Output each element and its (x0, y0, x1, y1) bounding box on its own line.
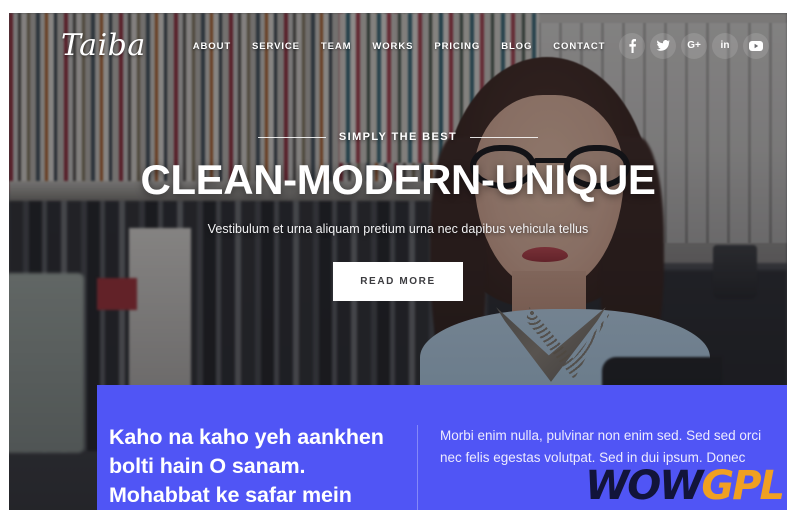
hero-content: SIMPLY THE BEST CLEAN-MODERN-UNIQUE Vest… (9, 131, 787, 301)
nav-item-blog[interactable]: BLOG (501, 41, 532, 52)
hero-eyebrow-row: SIMPLY THE BEST (9, 131, 787, 143)
nav-item-service[interactable]: SERVICE (252, 41, 300, 52)
website-canvas: Taiba ABOUT SERVICE TEAM WORKS PRICING B… (9, 13, 787, 510)
twitter-icon[interactable] (650, 33, 676, 59)
watermark-gpl: GPL (701, 463, 785, 509)
hero-eyebrow: SIMPLY THE BEST (338, 131, 458, 143)
social-links: G+ in (619, 33, 769, 59)
hero-subtitle: Vestibulum et urna aliquam pretium urna … (207, 222, 589, 236)
hero-title: CLEAN-MODERN-UNIQUE (140, 156, 656, 203)
main-navigation: ABOUT SERVICE TEAM WORKS PRICING BLOG CO… (193, 41, 606, 52)
google-plus-icon[interactable]: G+ (681, 33, 707, 59)
site-header: Taiba ABOUT SERVICE TEAM WORKS PRICING B… (9, 13, 787, 79)
nav-item-team[interactable]: TEAM (321, 41, 352, 52)
eyebrow-line-left (257, 136, 326, 138)
linkedin-icon[interactable]: in (712, 33, 738, 59)
youtube-icon[interactable] (743, 33, 769, 59)
read-more-button[interactable]: READ MORE (333, 262, 463, 301)
watermark-wow: WOW (585, 463, 703, 509)
site-logo[interactable]: Taiba (61, 31, 146, 61)
nav-item-works[interactable]: WORKS (372, 41, 413, 52)
linkedin-glyph: in (720, 40, 730, 51)
screenshot-root: Taiba ABOUT SERVICE TEAM WORKS PRICING B… (0, 0, 797, 510)
panel-heading: Kaho na kaho yeh aankhen bolti hain O sa… (109, 425, 384, 507)
google-plus-glyph: G+ (687, 40, 701, 51)
hero-cta-wrap: READ MORE (9, 262, 787, 301)
nav-item-contact[interactable]: CONTACT (553, 41, 605, 52)
nav-item-pricing[interactable]: PRICING (434, 41, 480, 52)
wowgpl-watermark: WOWGPL (585, 463, 785, 509)
eyebrow-line-right (470, 136, 539, 138)
facebook-icon[interactable] (619, 33, 645, 59)
nav-item-about[interactable]: ABOUT (193, 41, 231, 52)
